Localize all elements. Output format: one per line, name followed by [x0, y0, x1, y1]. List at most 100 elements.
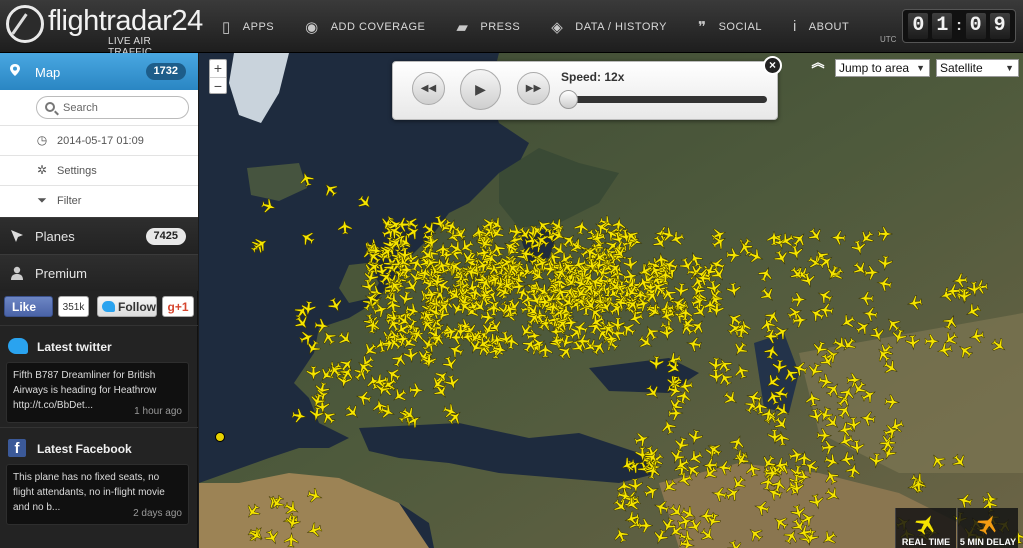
info-icon: i — [792, 18, 797, 35]
gear-icon: ✲ — [36, 163, 48, 177]
utc-clock: UTC 0 1 : 0 9 — [878, 9, 1018, 44]
nav-label: APPS — [242, 20, 275, 33]
map-count-badge: 1732 — [145, 63, 186, 80]
zoom-control: + − — [209, 59, 227, 94]
speed-label: Speed: 12x — [561, 70, 625, 84]
jump-to-area-value: Jump to area — [839, 61, 910, 75]
nav-item-about[interactable]: i ABOUT — [793, 18, 849, 35]
fast-forward-button[interactable]: ▶▶ — [517, 72, 550, 105]
premium-tab-label: Premium — [35, 266, 88, 281]
top-bar: flightradar24 LIVE AIR TRAFFIC ▯ APPS ◉ ADD… — [0, 0, 1023, 58]
zoom-out-button[interactable]: − — [210, 77, 226, 94]
rewind-button[interactable]: ◀◀ — [412, 72, 445, 105]
search-icon — [45, 102, 55, 112]
eye-icon: ◉ — [305, 18, 319, 36]
datetime-row[interactable]: ◷ 2014-05-17 01:09 — [0, 125, 198, 155]
playback-slider[interactable] — [559, 90, 767, 109]
plane-icon — [915, 515, 934, 535]
playback-slider-handle[interactable] — [559, 90, 578, 109]
sidebar: Map 1732 ◷ 2014-05-17 01:09 ✲ Settings ⏷… — [0, 53, 198, 548]
map-view[interactable]: + − ◀◀ ▶ ▶▶ Speed: 12x × ︽ Jump to area … — [199, 53, 1023, 548]
tweet-time: 1 hour ago — [134, 406, 182, 417]
selected-airport-marker[interactable] — [215, 432, 225, 442]
map-type-select[interactable]: Satellite ▼ — [936, 59, 1019, 77]
playback-panel: ◀◀ ▶ ▶▶ Speed: 12x × — [392, 56, 782, 120]
clock-icon: ◷ — [36, 133, 48, 147]
twitter-feed: Latest twitter Fifth B787 Dreamliner for… — [0, 325, 198, 427]
like-label: Like — [12, 300, 37, 314]
sidebar-tab-premium[interactable]: Premium — [0, 254, 198, 291]
twitter-follow-button[interactable]: Follow — [97, 296, 157, 317]
five-min-delay-button[interactable]: 5 MIN DELAY — [957, 508, 1018, 548]
nav-label: ADD COVERAGE — [330, 20, 426, 33]
nav-label: PRESS — [480, 20, 521, 33]
clock-hour-tens: 0 — [908, 13, 929, 39]
close-playback-button[interactable]: × — [763, 56, 782, 75]
datetime-text: 2014-05-17 01:09 — [57, 135, 144, 147]
nav-label: DATA / HISTORY — [575, 20, 668, 33]
brand-name: flightradar24 — [48, 5, 203, 37]
tweet-card[interactable]: Fifth B787 Dreamliner for British Airway… — [6, 362, 189, 423]
nav-label: ABOUT — [808, 20, 850, 33]
like-count: 351k — [58, 296, 89, 317]
chevron-down-icon: ▼ — [916, 63, 925, 73]
nav-item-add-coverage[interactable]: ◉ ADD COVERAGE — [305, 18, 425, 36]
map-panel: ◷ 2014-05-17 01:09 ✲ Settings ⏷ Filter — [0, 90, 198, 217]
follow-label: Follow — [118, 300, 156, 314]
phone-icon: ▯ — [222, 18, 231, 36]
clock-hour-ones: 1 — [932, 13, 953, 39]
clock-digits: 0 1 : 0 9 — [902, 9, 1016, 43]
play-button[interactable]: ▶ — [460, 69, 501, 110]
box-icon: ◈ — [551, 18, 564, 36]
twitter-bird-icon — [102, 301, 115, 312]
settings-row[interactable]: ✲ Settings — [0, 155, 198, 185]
filter-row[interactable]: ⏷ Filter — [0, 185, 198, 215]
nav-item-press[interactable]: ▰ PRESS — [456, 18, 520, 36]
plane-arrow-icon — [11, 230, 23, 242]
google-plus-button[interactable]: g+1 — [162, 296, 194, 317]
facebook-post-time: 2 days ago — [133, 508, 182, 519]
map-type-value: Satellite — [940, 61, 983, 75]
funnel-icon: ⏷ — [37, 193, 47, 207]
social-buttons: Like 351k Follow g+1 — [0, 291, 198, 325]
quote-icon: ❞ — [698, 18, 707, 36]
zoom-in-button[interactable]: + — [210, 60, 226, 77]
sidebar-tab-planes[interactable]: Planes 7425 — [0, 217, 198, 254]
five-min-delay-label: 5 MIN DELAY — [959, 537, 1017, 547]
search-input[interactable] — [63, 100, 183, 115]
clock-colon: : — [956, 17, 962, 34]
jump-to-area-select[interactable]: Jump to area ▼ — [835, 59, 930, 77]
planes-count-badge: 7425 — [145, 228, 186, 245]
facebook-feed: f Latest Facebook This plane has no fixe… — [0, 427, 198, 548]
clock-minute-tens: 0 — [965, 13, 986, 39]
satellite-map — [199, 53, 1023, 548]
clock-minute-ones: 9 — [989, 13, 1010, 39]
radar-icon — [6, 5, 44, 43]
planes-tab-label: Planes — [35, 229, 75, 244]
facebook-icon: f — [8, 439, 26, 457]
sidebar-tab-map[interactable]: Map 1732 — [0, 53, 198, 90]
search-box[interactable] — [36, 96, 189, 119]
main-nav: ▯ APPS ◉ ADD COVERAGE ▰ PRESS ◈ DATA / HISTORY ❞… — [222, 0, 880, 53]
speech-bubble-icon: ▰ — [456, 18, 469, 36]
user-icon — [11, 266, 23, 280]
chevron-down-icon: ▼ — [1005, 63, 1014, 73]
facebook-like-button[interactable]: Like — [4, 296, 53, 317]
logo[interactable]: flightradar24 LIVE AIR TRAFFIC — [6, 3, 203, 58]
collapse-controls-icon[interactable]: ︽ — [811, 56, 825, 75]
facebook-post-card[interactable]: This plane has no fixed seats, no flight… — [6, 464, 189, 525]
map-tab-label: Map — [35, 65, 61, 80]
facebook-heading: Latest Facebook — [37, 442, 132, 456]
twitter-icon — [8, 338, 28, 354]
settings-label: Settings — [57, 165, 97, 177]
real-time-label: REAL TIME — [901, 537, 951, 547]
twitter-heading: Latest twitter — [37, 340, 112, 354]
plane-icon — [977, 515, 996, 535]
nav-item-social[interactable]: ❞ SOCIAL — [698, 18, 762, 36]
clock-zone: UTC — [880, 35, 897, 44]
map-pin-icon — [10, 64, 20, 76]
nav-item-data-history[interactable]: ◈ DATA / HISTORY — [551, 18, 667, 36]
real-time-button[interactable]: REAL TIME — [895, 508, 956, 548]
nav-item-apps[interactable]: ▯ APPS — [222, 18, 274, 36]
filter-label: Filter — [57, 195, 82, 207]
